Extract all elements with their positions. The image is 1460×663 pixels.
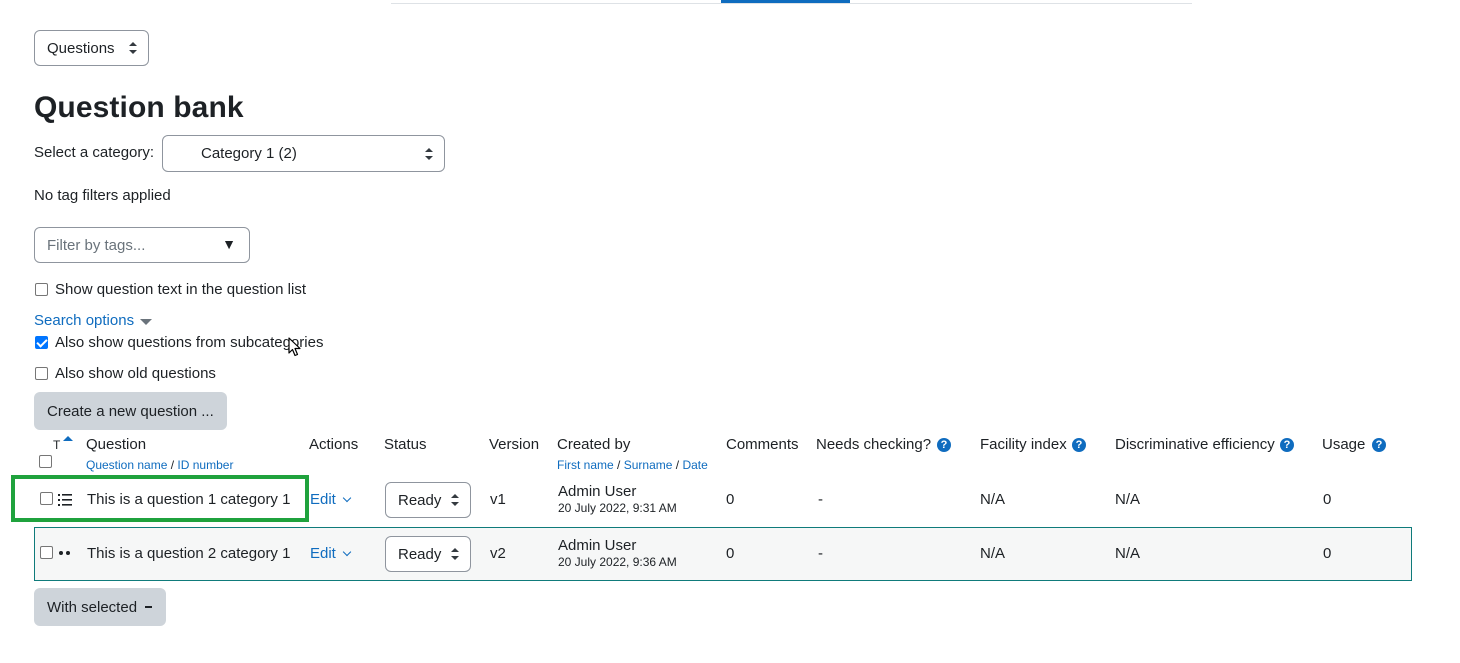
tab-strip-divider	[391, 3, 1192, 4]
discriminative-efficiency-value: N/A	[1115, 545, 1141, 562]
created-date: 20 July 2022, 9:31 AM	[558, 501, 677, 515]
show-question-text-label: Show question text in the question list	[55, 281, 306, 298]
created-by-sort-links: First name / Surname / Date	[557, 458, 708, 472]
status-select[interactable]: Ready	[385, 536, 471, 572]
row-select-checkbox[interactable]	[40, 492, 53, 505]
tags-filter-input[interactable]: Filter by tags... ▼	[34, 227, 250, 263]
version-value: v2	[490, 545, 506, 562]
column-header-facility-index: Facility index	[980, 436, 1067, 453]
needs-checking-value: -	[818, 491, 823, 508]
sort-separator: /	[675, 458, 680, 472]
question-name: This is a question 2 category 1	[87, 545, 291, 562]
caret-down-icon[interactable]	[140, 319, 152, 325]
edit-menu-toggle[interactable]: Edit	[310, 545, 352, 562]
comments-link[interactable]: 0	[726, 545, 734, 562]
version-value: v1	[490, 491, 506, 508]
column-header-version: Version	[489, 436, 540, 453]
usage-link[interactable]: 0	[1323, 545, 1331, 562]
created-date: 20 July 2022, 9:36 AM	[558, 555, 677, 569]
page-title: Question bank	[34, 91, 244, 124]
row-select-checkbox[interactable]	[40, 546, 53, 559]
facility-index-value: N/A	[980, 491, 1006, 508]
multichoice-icon	[58, 494, 72, 506]
status-select-value: Ready	[398, 545, 442, 563]
discriminative-efficiency-value: N/A	[1115, 491, 1141, 508]
dropdown-triangle-icon[interactable]: ▼	[222, 236, 236, 252]
category-select[interactable]: Category 1 (2)	[162, 135, 445, 172]
needs-checking-value: -	[818, 545, 823, 562]
sort-by-id-number-link[interactable]: ID number	[177, 458, 233, 472]
creator-name: Admin User	[558, 537, 637, 554]
view-select-value: Questions	[47, 39, 115, 57]
status-select-value: Ready	[398, 491, 442, 509]
sort-ascending-icon	[63, 436, 73, 441]
select-all-checkbox[interactable]	[39, 455, 52, 468]
category-label: Select a category:	[34, 144, 155, 161]
column-header-question: Question	[86, 436, 147, 453]
question-sort-links: Question name / ID number	[86, 458, 233, 472]
column-header-usage: Usage	[1322, 436, 1366, 453]
facility-index-value: N/A	[980, 545, 1006, 562]
select-arrows-icon	[425, 147, 433, 160]
select-arrows-icon	[129, 42, 137, 54]
category-select-value: Category 1 (2)	[201, 145, 297, 162]
column-header-status: Status	[384, 436, 427, 453]
creator-name: Admin User	[558, 483, 637, 500]
column-header-needs-checking: Needs checking?	[816, 436, 932, 453]
sort-separator: /	[170, 458, 175, 472]
help-icon[interactable]: ?	[1280, 438, 1294, 452]
truefalse-icon	[59, 551, 70, 555]
help-icon[interactable]: ?	[1372, 438, 1386, 452]
sort-by-surname-link[interactable]: Surname	[624, 458, 673, 472]
column-header-created-by: Created by	[557, 436, 631, 453]
chevron-down-icon	[342, 493, 352, 503]
sort-by-date-link[interactable]: Date	[682, 458, 707, 472]
edit-menu-toggle[interactable]: Edit	[310, 491, 352, 508]
old-questions-label: Also show old questions	[55, 365, 216, 382]
subcategories-label: Also show questions from subcategories	[55, 334, 324, 351]
with-selected-button-label: With selected	[47, 598, 138, 616]
tag-filters-status: No tag filters applied	[34, 187, 171, 204]
help-icon[interactable]: ?	[1072, 438, 1086, 452]
sort-by-type-link[interactable]: T	[53, 438, 60, 452]
chevron-down-icon	[342, 547, 352, 557]
search-options-toggle[interactable]: Search options	[34, 312, 134, 329]
subcategories-checkbox[interactable]	[35, 336, 48, 349]
with-selected-button[interactable]: With selected	[34, 588, 166, 626]
old-questions-checkbox[interactable]	[35, 367, 48, 380]
usage-link[interactable]: 0	[1323, 491, 1331, 508]
sort-separator: /	[617, 458, 621, 472]
select-arrows-icon	[451, 548, 459, 560]
help-icon[interactable]: ?	[937, 438, 951, 452]
status-select[interactable]: Ready	[385, 482, 471, 518]
sort-by-question-name-link[interactable]: Question name	[86, 458, 167, 472]
edit-menu-label: Edit	[310, 545, 336, 562]
active-tab-indicator	[721, 0, 850, 3]
view-select[interactable]: Questions	[34, 30, 149, 66]
sort-by-first-name-link[interactable]: First name	[557, 458, 614, 472]
comments-link[interactable]: 0	[726, 491, 734, 508]
tags-filter-placeholder: Filter by tags...	[47, 236, 146, 254]
edit-menu-label: Edit	[310, 491, 336, 508]
collapse-icon	[145, 606, 153, 608]
mouse-cursor-icon	[288, 337, 301, 357]
show-question-text-checkbox[interactable]	[35, 283, 48, 296]
column-header-discriminative-efficiency: Discriminative efficiency	[1115, 436, 1275, 453]
create-question-button[interactable]: Create a new question ...	[34, 392, 227, 430]
select-arrows-icon	[451, 494, 459, 506]
column-header-comments: Comments	[726, 436, 799, 453]
column-header-actions: Actions	[309, 436, 359, 453]
question-name: This is a question 1 category 1	[87, 491, 291, 508]
create-question-button-label: Create a new question ...	[47, 402, 214, 420]
